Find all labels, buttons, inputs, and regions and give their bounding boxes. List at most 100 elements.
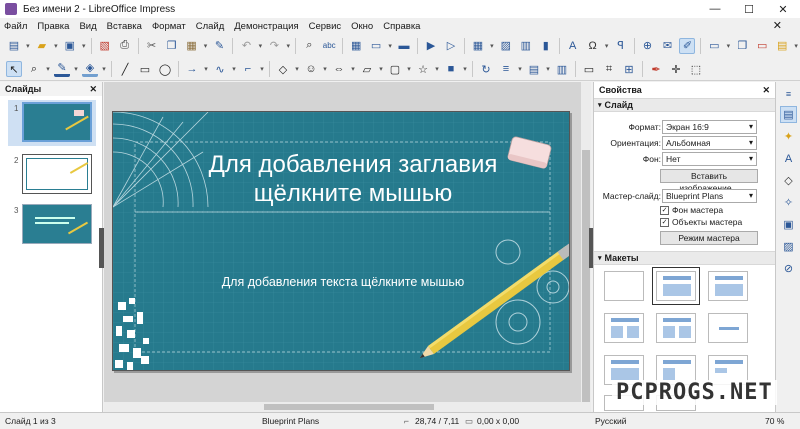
- maximize-button[interactable]: ☐: [732, 0, 766, 18]
- menu-tools[interactable]: Сервис: [309, 21, 342, 32]
- 3d-dropdown-icon[interactable]: ▾: [461, 61, 469, 77]
- language-status[interactable]: Русский: [595, 416, 627, 426]
- shapes-icon[interactable]: ◇: [780, 172, 797, 189]
- special-char-dropdown-icon[interactable]: ▾: [603, 38, 611, 54]
- menu-insert[interactable]: Вставка: [107, 21, 142, 32]
- show-draw-functions-icon[interactable]: ✐: [679, 37, 696, 54]
- paste-dropdown-icon[interactable]: ▾: [202, 38, 210, 54]
- callouts-icon[interactable]: ▢: [387, 61, 403, 77]
- menu-slide[interactable]: Слайд: [196, 21, 225, 32]
- new-dropdown-icon[interactable]: ▾: [24, 38, 32, 54]
- redo-icon[interactable]: ↷: [266, 38, 282, 54]
- select-arrow-icon[interactable]: ↖: [6, 61, 22, 77]
- menu-file[interactable]: Файл: [4, 21, 27, 32]
- table-dropdown-icon[interactable]: ▾: [488, 38, 496, 54]
- align-dropdown-icon[interactable]: ▾: [516, 61, 524, 77]
- line-color-icon[interactable]: ✎: [54, 61, 70, 77]
- layout-title-only[interactable]: [604, 313, 644, 343]
- comment-icon[interactable]: ✉: [660, 38, 676, 54]
- image-icon[interactable]: ▨: [498, 38, 514, 54]
- orientation-select[interactable]: Альбомная: [662, 136, 757, 150]
- flowchart-dropdown-icon[interactable]: ▾: [377, 61, 385, 77]
- layout-title-content-2[interactable]: [708, 271, 748, 301]
- current-slide[interactable]: Для добавления заглавия щёлкните мышью Д…: [112, 111, 570, 371]
- master-background-checkbox[interactable]: ✓ Фон мастера: [660, 205, 723, 215]
- master-slide-icon[interactable]: ▬: [396, 38, 412, 54]
- horizontal-scrollbar-thumb[interactable]: [264, 404, 434, 410]
- copy-icon[interactable]: ❐: [164, 38, 180, 54]
- fill-color-dropdown-icon[interactable]: ▾: [100, 61, 108, 77]
- rotate-icon[interactable]: ↻: [478, 61, 494, 77]
- sidebar-menu-icon[interactable]: ≡: [780, 85, 797, 102]
- slide-title-placeholder[interactable]: Для добавления заглавия щёлкните мышью: [173, 150, 533, 208]
- master-slides-icon[interactable]: ✦: [780, 128, 797, 145]
- arrange-icon[interactable]: ▤: [526, 61, 542, 77]
- fontwork-icon[interactable]: ꟼ: [613, 38, 629, 54]
- hyperlink-icon[interactable]: ⊕: [640, 38, 656, 54]
- grid-icon[interactable]: ▦: [348, 38, 364, 54]
- block-arrows-dropdown-icon[interactable]: ▾: [349, 61, 357, 77]
- new-icon[interactable]: ▤: [6, 38, 22, 54]
- open-dropdown-icon[interactable]: ▾: [52, 38, 60, 54]
- layout-title-content[interactable]: [652, 267, 700, 305]
- rectangle-icon[interactable]: ▭: [137, 61, 153, 77]
- menu-edit[interactable]: Правка: [37, 21, 69, 32]
- start-first-slide-icon[interactable]: ▶: [423, 38, 439, 54]
- save-icon[interactable]: ▣: [62, 38, 78, 54]
- properties-icon[interactable]: ▤: [780, 106, 797, 123]
- paste-icon[interactable]: ▦: [184, 38, 200, 54]
- media-icon[interactable]: ▥: [518, 38, 534, 54]
- layout-centered[interactable]: [656, 313, 696, 343]
- gallery-icon[interactable]: ▨: [780, 238, 797, 255]
- special-character-icon[interactable]: Ω: [585, 38, 601, 54]
- curves-dropdown-icon[interactable]: ▾: [230, 61, 238, 77]
- points-edit-icon[interactable]: ✒: [648, 61, 664, 77]
- connectors-icon[interactable]: ⌐: [240, 61, 256, 77]
- format-select[interactable]: Экран 16:9: [662, 120, 757, 134]
- delete-slide-icon[interactable]: ▭: [754, 38, 770, 54]
- filter-icon[interactable]: ⊞: [621, 61, 637, 77]
- slide-layout-icon[interactable]: ▭: [706, 38, 722, 54]
- zoom-pan-icon[interactable]: ⌕: [26, 61, 42, 77]
- display-views-icon[interactable]: ▭: [368, 38, 384, 54]
- align-icon[interactable]: ≡: [498, 61, 514, 77]
- symbol-shapes-icon[interactable]: ☺: [303, 61, 319, 77]
- slide-properties-icon[interactable]: ▤: [774, 38, 790, 54]
- menu-format[interactable]: Формат: [152, 21, 186, 32]
- background-select[interactable]: Нет: [662, 152, 757, 166]
- print-icon[interactable]: ⎙: [117, 38, 133, 54]
- lines-arrows-icon[interactable]: →: [184, 61, 200, 77]
- undo-icon[interactable]: ↶: [238, 38, 254, 54]
- arrange-dropdown-icon[interactable]: ▾: [544, 61, 552, 77]
- glue-points-icon[interactable]: ✛: [668, 61, 684, 77]
- slide-thumbnail-row[interactable]: 2: [0, 154, 100, 202]
- close-slides-pane-button[interactable]: ✕: [89, 84, 97, 95]
- styles-icon[interactable]: A: [780, 150, 797, 167]
- master-objects-checkbox[interactable]: ✓ Объекты мастера: [660, 217, 742, 227]
- ellipse-icon[interactable]: ◯: [157, 61, 173, 77]
- cut-icon[interactable]: ✂: [144, 38, 160, 54]
- slide-props-dropdown-icon[interactable]: ▾: [792, 38, 800, 54]
- table-icon[interactable]: ▦: [470, 38, 486, 54]
- menu-window[interactable]: Окно: [351, 21, 373, 32]
- minimize-button[interactable]: —: [698, 0, 732, 18]
- animation-icon[interactable]: ✧: [780, 194, 797, 211]
- slide-thumbnail[interactable]: [22, 204, 92, 244]
- redo-dropdown-icon[interactable]: ▾: [284, 38, 292, 54]
- slide-content-placeholder[interactable]: Для добавления текста щёлкните мышью: [173, 275, 513, 289]
- master-mode-button[interactable]: Режим мастера: [660, 231, 758, 245]
- slide-thumbnail[interactable]: [22, 102, 92, 142]
- stars-dropdown-icon[interactable]: ▾: [433, 61, 441, 77]
- slide-thumbnail[interactable]: [22, 154, 92, 194]
- vertical-scrollbar-thumb[interactable]: [582, 150, 590, 420]
- close-document-button[interactable]: ✕: [773, 19, 782, 32]
- undo-dropdown-icon[interactable]: ▾: [256, 38, 264, 54]
- menu-view[interactable]: Вид: [79, 21, 96, 32]
- crop-icon[interactable]: ⌗: [601, 61, 617, 77]
- slide-thumbnail-row[interactable]: 1: [0, 102, 100, 150]
- curves-icon[interactable]: ∿: [212, 61, 228, 77]
- zoom-percentage[interactable]: 70 %: [765, 416, 784, 426]
- master-slide-select[interactable]: Blueprint Plans: [662, 189, 757, 203]
- basic-shapes-dropdown-icon[interactable]: ▾: [293, 61, 301, 77]
- symbol-shapes-dropdown-icon[interactable]: ▾: [321, 61, 329, 77]
